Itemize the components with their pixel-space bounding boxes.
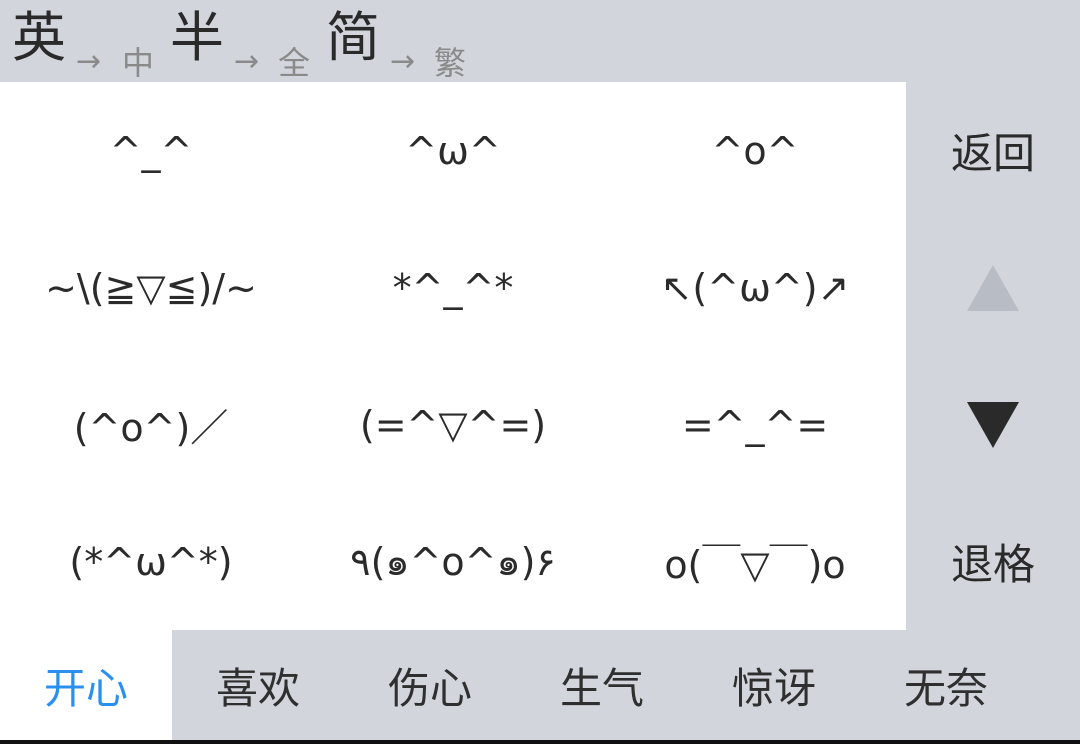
back-button[interactable]: 返回 xyxy=(906,82,1080,219)
emoticon-key[interactable]: ^_^ xyxy=(0,82,302,219)
mode-width-target: 全 xyxy=(278,44,311,82)
emoticon-key[interactable]: ~\(≧▽≦)/~ xyxy=(0,219,302,356)
tab-angry[interactable]: 生气 xyxy=(516,630,688,740)
tab-happy[interactable]: 开心 xyxy=(0,630,172,740)
emoticon-key[interactable]: ↖(^ω^)↗ xyxy=(604,219,906,356)
side-controls: 返回 退格 xyxy=(906,82,1080,630)
emoticon-key[interactable]: (*^ω^*) xyxy=(0,493,302,630)
emoticon-key[interactable]: (=^▽^=) xyxy=(302,356,604,493)
tab-sad[interactable]: 伤心 xyxy=(344,630,516,740)
emoticon-key[interactable]: o(￣▽￣)o xyxy=(604,493,906,630)
tab-like[interactable]: 喜欢 xyxy=(172,630,344,740)
backspace-button[interactable]: 退格 xyxy=(906,493,1080,630)
arrow-right-icon: → xyxy=(390,44,416,79)
mode-toggle-width[interactable]: 半 → 全 xyxy=(170,0,326,82)
triangle-up-icon xyxy=(967,264,1019,311)
emoticon-key[interactable]: ^ω^ xyxy=(302,82,604,219)
arrow-right-icon: → xyxy=(234,44,260,79)
page-up-button[interactable] xyxy=(906,219,1080,356)
emoticon-key[interactable]: =^_^= xyxy=(604,356,906,493)
triangle-down-icon xyxy=(967,401,1019,448)
mode-script-target: 繁 xyxy=(434,44,467,82)
mode-script-current: 简 xyxy=(326,6,380,69)
tab-helpless[interactable]: 无奈 xyxy=(860,630,1032,740)
tab-surprised[interactable]: 惊讶 xyxy=(688,630,860,740)
mode-width-current: 半 xyxy=(170,6,224,69)
category-tabs: 开心 喜欢 伤心 生气 惊讶 无奈 xyxy=(0,630,1080,740)
mode-language-current: 英 xyxy=(12,6,66,69)
page-down-button[interactable] xyxy=(906,356,1080,493)
mode-toggle-script[interactable]: 简 → 繁 xyxy=(326,0,482,82)
input-mode-bar: 英 → 中 半 → 全 简 → 繁 xyxy=(0,0,1080,82)
mode-toggle-language[interactable]: 英 → 中 xyxy=(12,0,168,82)
emoticon-key[interactable]: ^o^ xyxy=(604,82,906,219)
mode-language-target: 中 xyxy=(122,44,155,82)
bottom-divider xyxy=(0,740,1080,744)
emoticon-key[interactable]: (^o^)／ xyxy=(0,356,302,493)
arrow-right-icon: → xyxy=(76,44,102,79)
emoticon-key[interactable]: *^_^* xyxy=(302,219,604,356)
emoticon-key[interactable]: ٩(๑^o^๑)۶ xyxy=(302,493,604,630)
emoticon-grid: ^_^ ^ω^ ^o^ ~\(≧▽≦)/~ *^_^* ↖(^ω^)↗ (^o^… xyxy=(0,82,906,630)
